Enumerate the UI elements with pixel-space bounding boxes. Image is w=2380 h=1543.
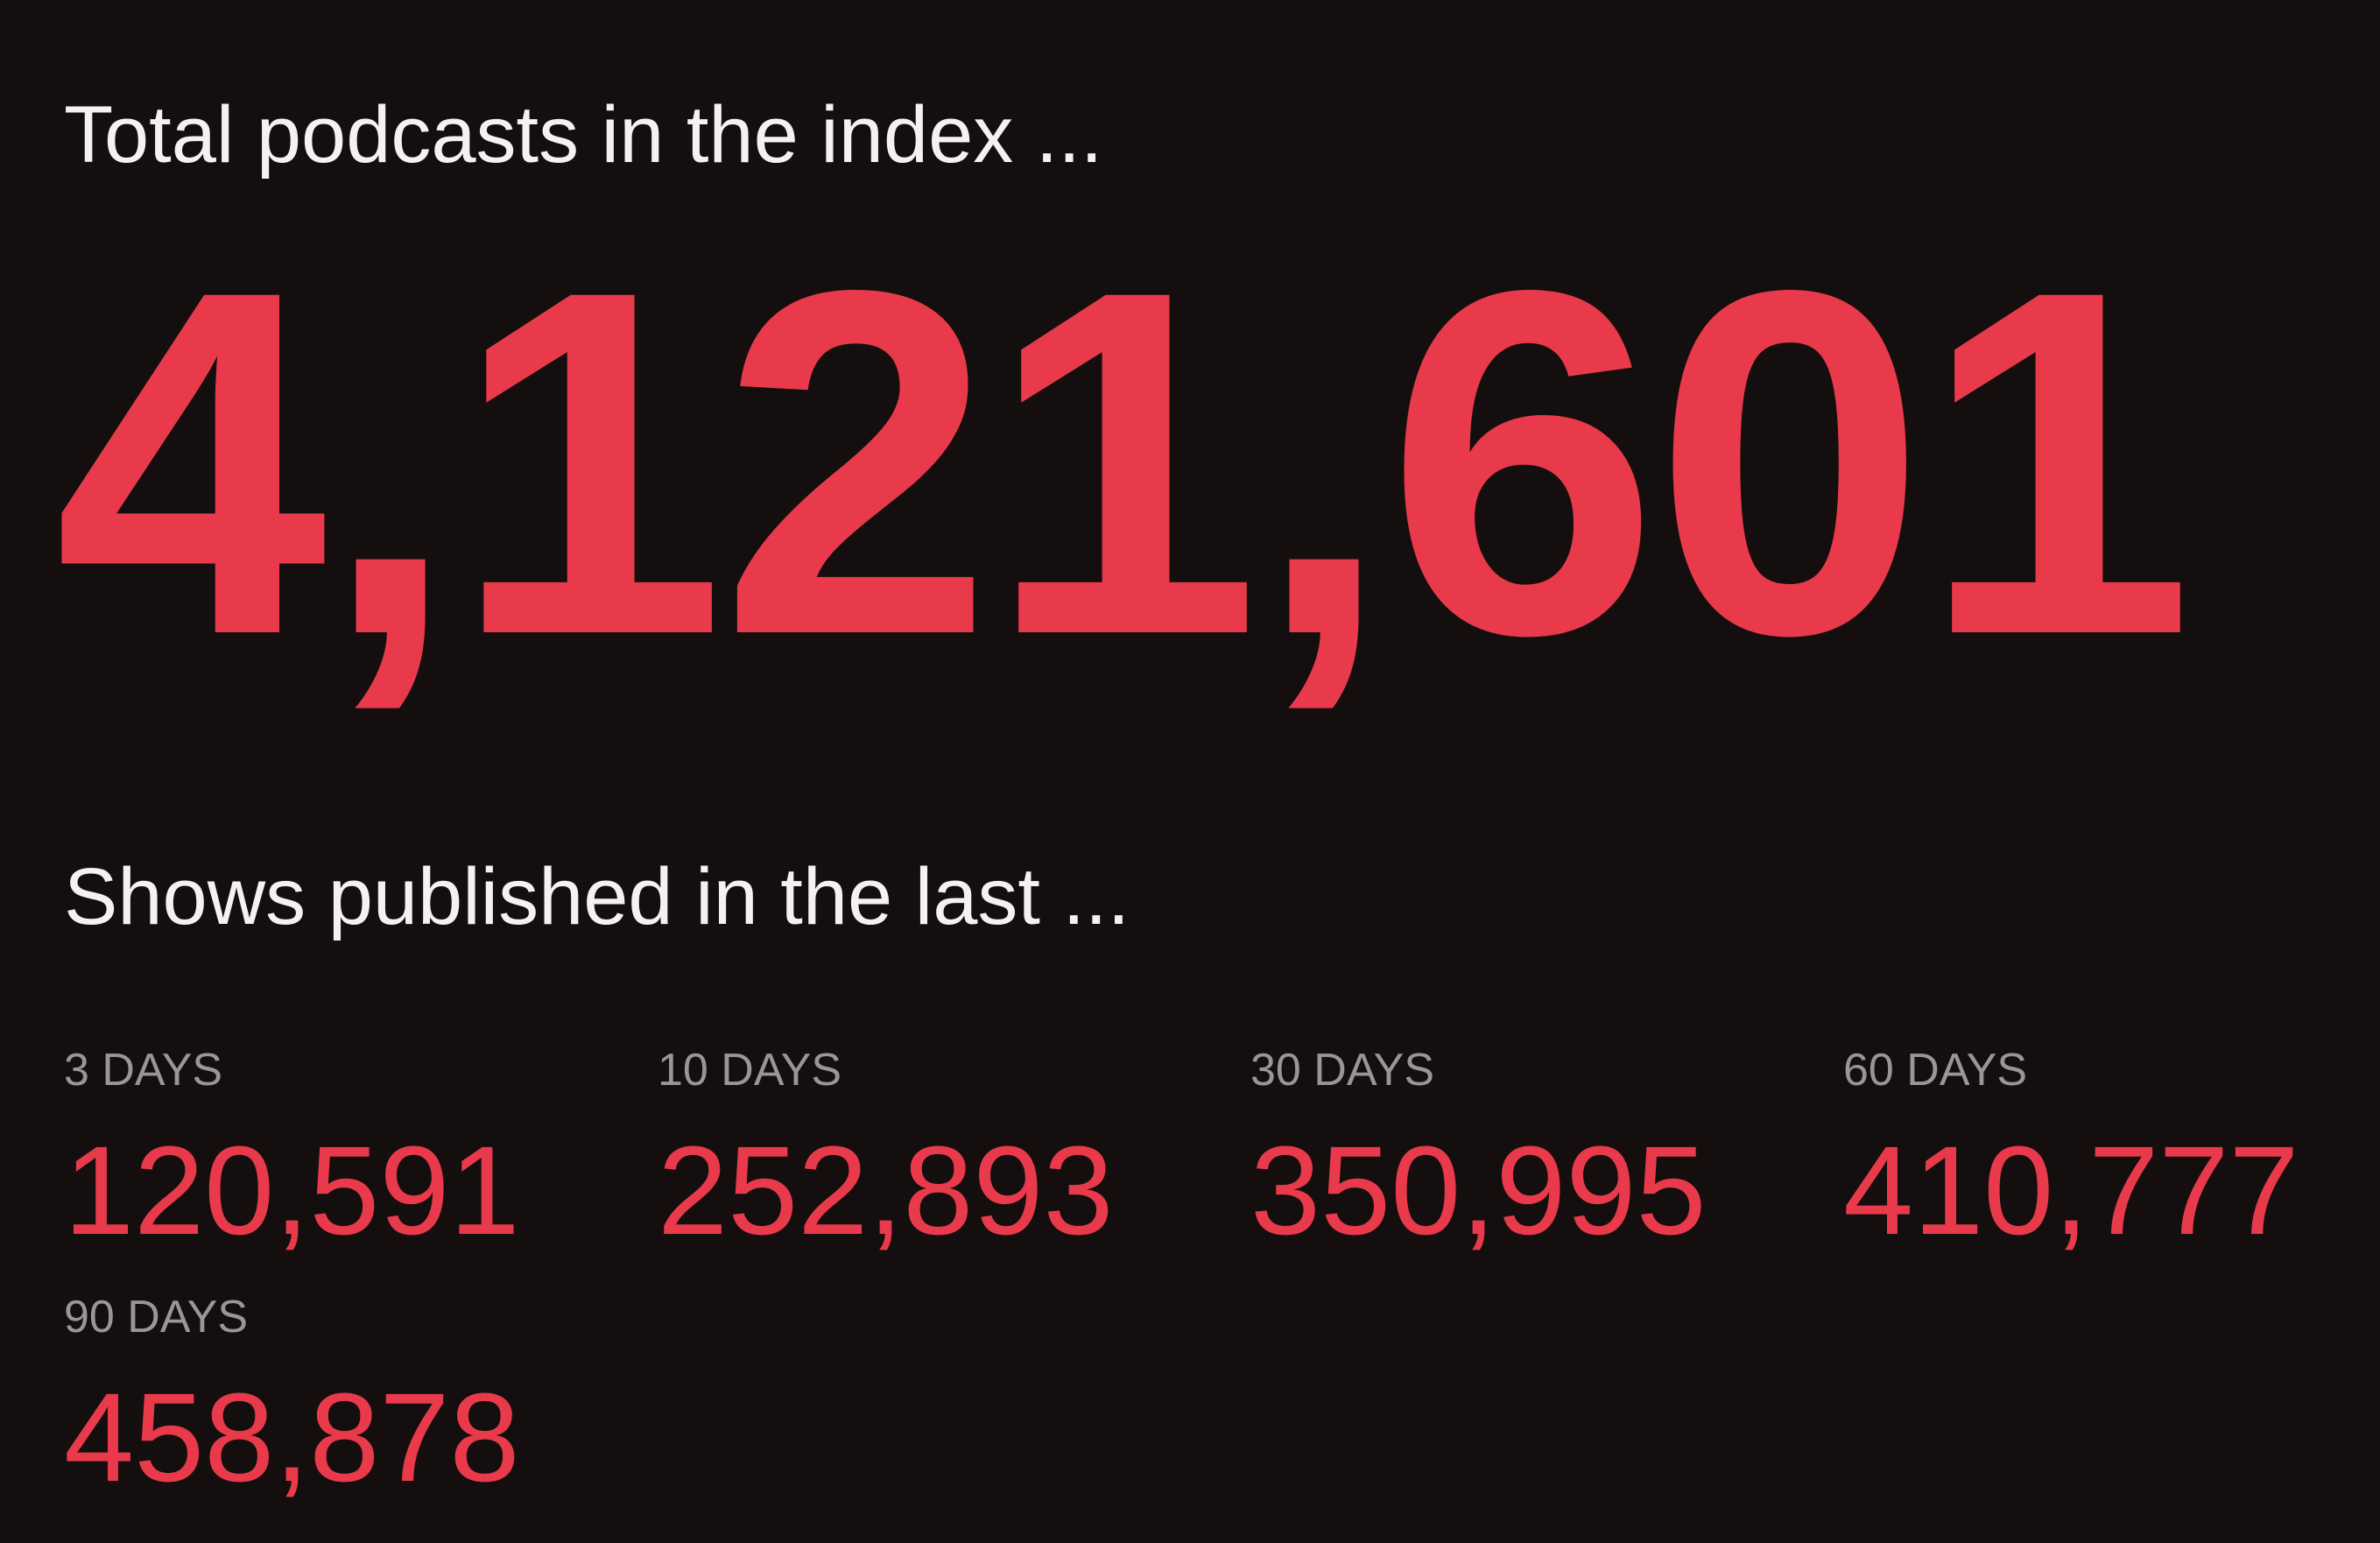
total-podcasts-count: 4,121,601 [54,188,2193,736]
stat-value: 120,591 [64,1120,520,1261]
stat-label: 3 DAYS [64,1045,223,1096]
total-podcasts-heading: Total podcasts in the index ... [64,90,1103,180]
stat-60-days: 60 DAYS 410,777 [1843,1047,2380,1254]
stat-label: 10 DAYS [658,1045,842,1096]
stat-label: 30 DAYS [1250,1045,1435,1096]
stat-10-days: 10 DAYS 252,893 [658,1047,1218,1254]
stat-value: 350,995 [1250,1120,1707,1261]
stat-30-days: 30 DAYS 350,995 [1250,1047,1811,1254]
stat-value: 458,878 [64,1367,520,1508]
stat-90-days: 90 DAYS 458,878 [64,1294,624,1501]
stat-label: 90 DAYS [64,1292,249,1342]
stat-value: 410,777 [1843,1120,2299,1261]
shows-published-heading: Shows published in the last ... [64,852,1130,941]
stat-label: 60 DAYS [1843,1045,2028,1096]
stat-value: 252,893 [658,1120,1114,1261]
stat-3-days: 3 DAYS 120,591 [64,1047,624,1254]
